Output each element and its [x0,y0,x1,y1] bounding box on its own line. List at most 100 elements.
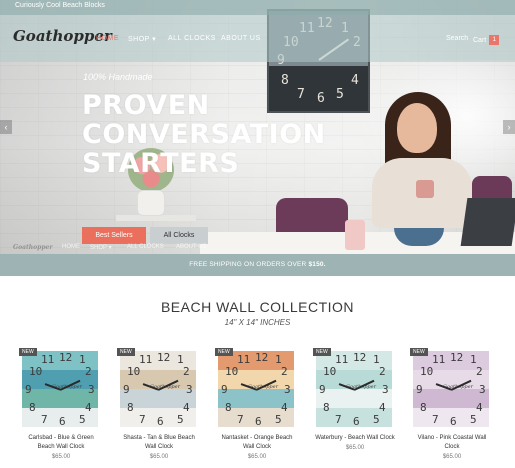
clock-number: 2 [281,365,288,378]
hero-headline: PROVEN CONVERSATION STARTERS [82,91,362,178]
clock-number: 4 [281,401,288,414]
clock-number: 4 [379,401,386,414]
clock-number: 5 [373,413,380,426]
clock-image: 111211029384765Goathopper [413,351,489,427]
clock-image: 111211029384765Goathopper [218,351,294,427]
clock-number: 2 [476,365,483,378]
clock-number: 9 [319,383,326,396]
ghost-nav-shop: SHOP ▾ [90,245,112,251]
nav-shop-label: SHOP [128,36,150,43]
product-card[interactable]: NEW111211029384765GoathopperCarlsbad - B… [19,348,103,460]
clock-number: 10 [127,365,141,378]
ghost-nav-all-clocks: ALL CLOCKS [127,244,164,250]
product-image[interactable]: NEW111211029384765Goathopper [19,348,101,430]
slider-prev-arrow-icon[interactable]: ‹ [0,120,12,134]
shipping-text: FREE SHIPPING ON ORDERS OVER [189,261,309,268]
clock-number: 6 [255,415,262,427]
product-card[interactable]: NEW111211029384765GoathopperNantasket - … [215,348,299,460]
clock-number: 5 [470,413,477,426]
clock-number: 4 [85,401,92,414]
clock-number: 8 [323,401,330,414]
clock-number: 3 [186,383,193,396]
clock-number: 12 [157,351,171,364]
product-name[interactable]: Shasta - Tan & Blue Beach Wall Clock [117,434,201,452]
hero-tagline: 100% Handmade [83,72,153,82]
nav-all-clocks[interactable]: ALL CLOCKS [168,35,216,42]
clock-number: 7 [237,413,244,426]
product-price: $65.00 [51,454,71,460]
product-price: $65.00 [247,454,267,460]
shipping-message: FREE SHIPPING ON ORDERS OVER $150. [0,261,515,268]
product-name[interactable]: Vilano - Pink Coastal Wall Clock [410,434,494,452]
all-clocks-button[interactable]: All Clocks [150,227,208,244]
collection-subtitle: 14" X 14" INCHES [224,318,291,327]
new-badge: NEW [19,348,37,356]
clock-number: 11 [335,353,349,366]
clock-number: 9 [25,383,32,396]
clock-number: 7 [41,413,48,426]
search-link[interactable]: Search [446,35,468,42]
clock-number: 6 [353,415,360,427]
clock-number: 3 [88,383,95,396]
clock-number: 11 [139,353,153,366]
clock-number: 7 [139,413,146,426]
product-image[interactable]: NEW111211029384765Goathopper [215,348,297,430]
clock-number: 10 [225,365,239,378]
clock-number: 3 [479,383,486,396]
nav-home[interactable]: HOME [96,35,119,42]
product-card[interactable]: NEW111211029384765GoathopperShasta - Tan… [117,348,201,460]
vase-image [137,190,165,216]
clock-number: 12 [255,351,269,364]
clock-number: 6 [450,415,457,427]
clock-number: 6 [59,415,66,427]
mug-image [416,180,434,198]
clock-number: 8 [225,401,232,414]
clock-number: 9 [123,383,130,396]
cart-link[interactable]: Cart 1 [473,35,500,45]
product-card[interactable]: NEW111211029384765GoathopperWaterbury - … [313,348,397,451]
clock-number: 9 [416,383,423,396]
clock-number: 7 [432,413,439,426]
clock-number: 10 [323,365,337,378]
product-image[interactable]: NEW111211029384765Goathopper [410,348,492,430]
slider-next-arrow-icon[interactable]: › [503,120,515,134]
clock-number: 9 [221,383,228,396]
model-face [397,103,437,153]
clock-number: 8 [420,401,427,414]
main-navbar: Goathopper HOME SHOP ▾ ALL CLOCKS ABOUT … [0,15,515,62]
nav-shop[interactable]: SHOP ▾ [128,35,156,43]
clock-number: 11 [41,353,55,366]
clock-number: 11 [432,353,446,366]
clock-number: 2 [85,365,92,378]
product-image[interactable]: NEW111211029384765Goathopper [117,348,199,430]
chevron-down-icon: ▾ [152,36,157,43]
new-badge: NEW [410,348,428,356]
clock-number: 4 [183,401,190,414]
clock-image: 111211029384765Goathopper [22,351,98,427]
announcement-bar: Curiously Cool Beach Blocks [0,0,515,15]
clock-number: 5 [79,413,86,426]
product-name[interactable]: Carlsbad - Blue & Green Beach Wall Clock [19,434,103,452]
free-shipping-bar: FREE SHIPPING ON ORDERS OVER $150. [0,254,515,276]
clock-number: 7 [335,413,342,426]
cart-count-badge: 1 [489,35,500,45]
hero-clock-number: 8 [281,73,289,88]
clock-number: 12 [353,351,367,364]
product-name[interactable]: Nantasket - Orange Beach Wall Clock [215,434,299,452]
ghost-nav: Goathopper HOME SHOP ▾ ALL CLOCKS ABOUT … [0,243,210,254]
product-card[interactable]: NEW111211029384765GoathopperVilano - Pin… [410,348,494,460]
product-name[interactable]: Waterbury - Beach Wall Clock [313,434,397,443]
clock-image: 111211029384765Goathopper [120,351,196,427]
best-sellers-button[interactable]: Best Sellers [82,227,146,244]
product-price: $65.00 [149,454,169,460]
hero-clock-number: 4 [351,73,359,88]
product-price: $65.00 [442,454,462,460]
clock-number: 11 [237,353,251,366]
clock-number: 2 [379,365,386,378]
shipping-amount: $150. [308,261,326,268]
product-image[interactable]: NEW111211029384765Goathopper [313,348,395,430]
nav-about-us[interactable]: ABOUT US [221,35,261,42]
laptop-image [460,198,515,246]
new-badge: NEW [215,348,233,356]
ghost-nav-about: ABOUT US [176,244,207,250]
